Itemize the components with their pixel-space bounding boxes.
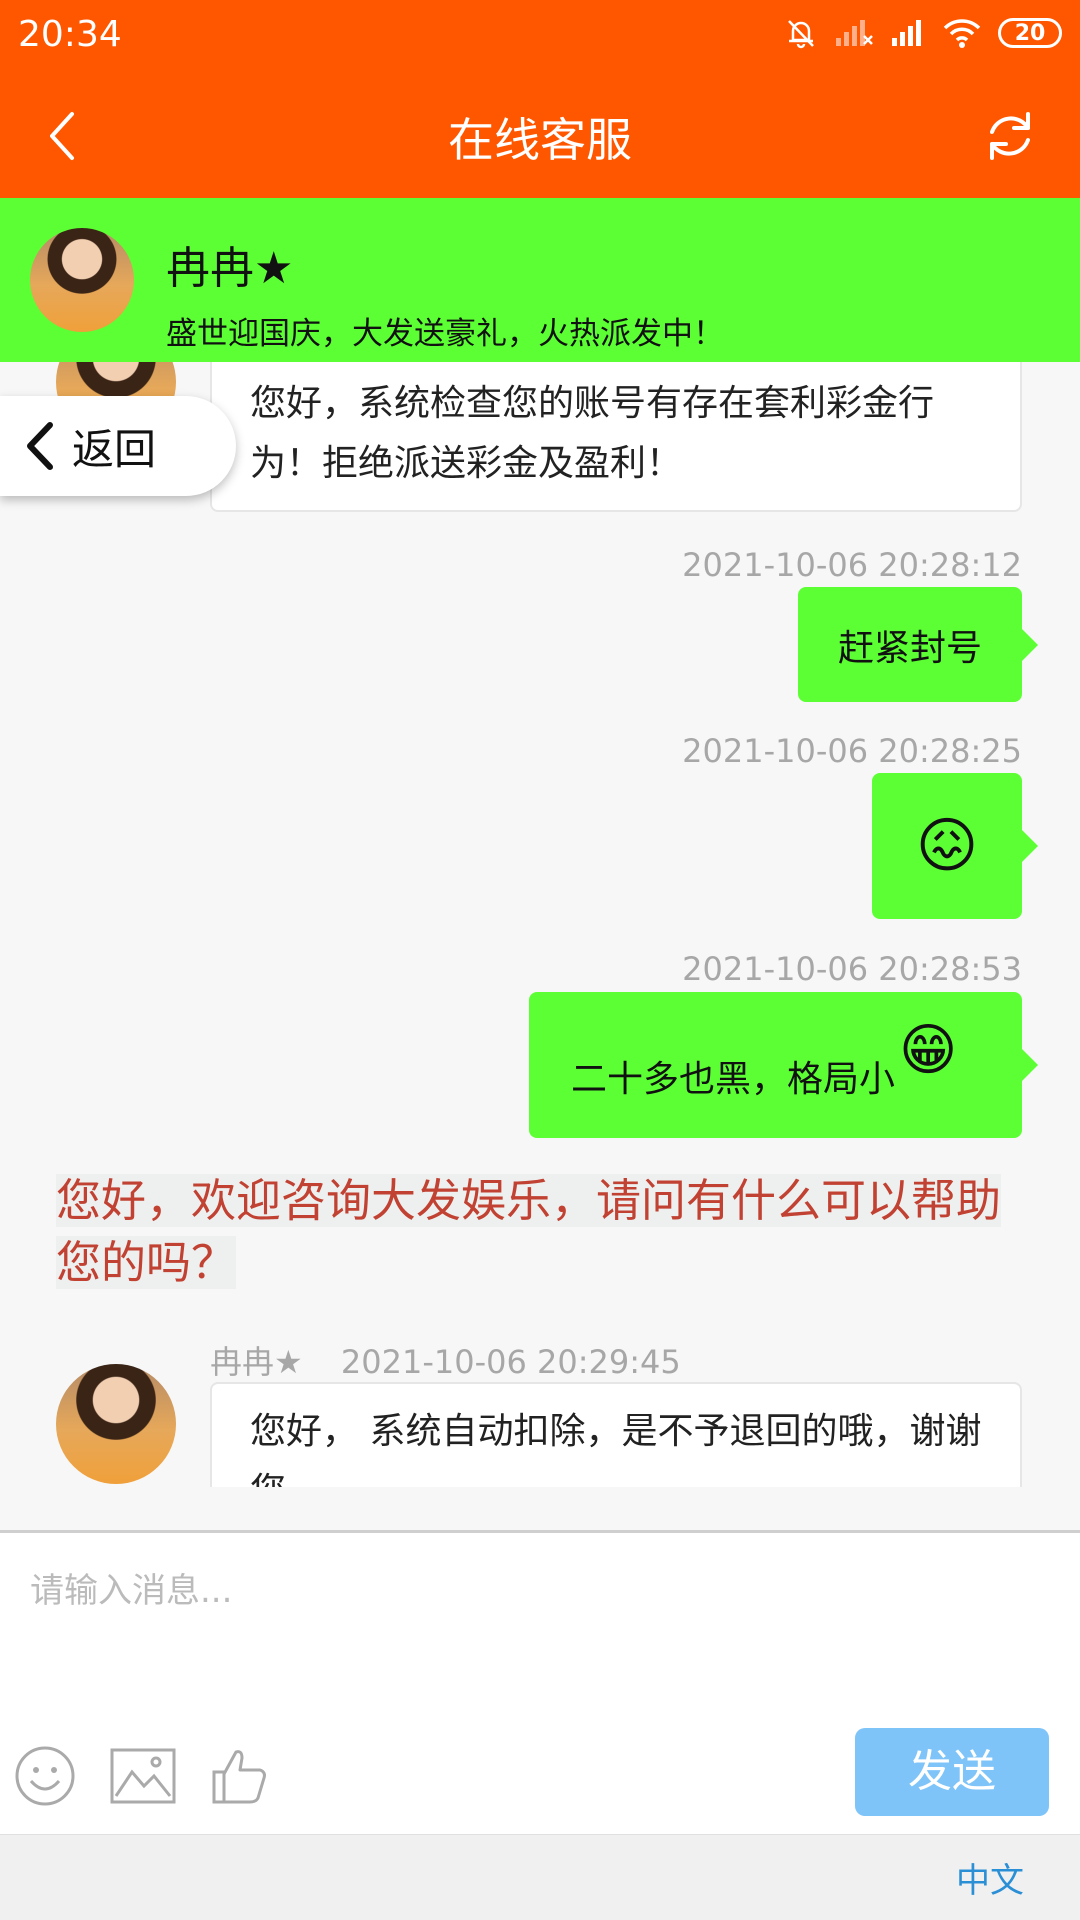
send-button[interactable]: 发送 [855,1728,1049,1816]
thumbs-up-icon[interactable] [210,1746,270,1806]
composer-tools [14,1745,270,1807]
back-pill-label: 返回 [72,424,157,474]
agent-slogan: 盛世迎国庆，大发送豪礼，火热派发中！ [166,316,724,352]
system-message: 您好，欢迎咨询大发娱乐，请问有什么可以帮助您的吗？ [56,1170,1002,1294]
message-text: 二十多也黑，格局小 [571,1059,896,1100]
page-title: 在线客服 [448,113,632,167]
message-input[interactable] [30,1561,1050,1621]
chevron-left-icon [27,422,53,470]
message-text: 您好， 系统自动扣除，是不予退回的哦，谢谢您 [250,1411,982,1487]
agent-banner: 冉冉★ 盛世迎国庆，大发送豪礼，火热派发中！ [0,198,1080,362]
signal-icon [892,20,921,46]
chat-history[interactable]: 您好，系统检查您的账号有存在套利彩金行为！拒绝派送彩金及盈利！ 2021-10-… [0,362,1080,1487]
message-bubble-right: 😖 [872,773,1038,919]
message-text: 赶紧封号 [837,627,982,669]
message-bubble-left: 您好， 系统自动扣除，是不予退回的哦，谢谢您 [210,1382,1022,1487]
agent-name: 冉冉★ [166,243,294,294]
status-time: 20:34 [18,14,122,55]
system-message-text: 您好，欢迎咨询大发娱乐，请问有什么可以帮助您的吗？ [56,1174,1002,1289]
header-bar: 在线客服 [0,76,1080,198]
message-sender: 冉冉★ [210,1343,303,1381]
message-bubble-right: 二十多也黑，格局小 😁 [529,992,1038,1138]
message-text: 您好，系统检查您的账号有存在套利彩金行为！拒绝派送彩金及盈利！ [250,383,935,484]
status-icons: 20 [784,16,1062,50]
agent-avatar [30,228,134,332]
agent-avatar [56,1364,176,1484]
composer: 发送 [0,1530,1080,1834]
mute-bell-icon [788,20,814,49]
image-icon[interactable] [110,1748,176,1804]
footer-bar: 中文 [0,1834,1080,1920]
message-meta: 冉冉★ 2021-10-06 20:29:45 [210,1337,681,1383]
language-link[interactable]: 中文 [956,1853,1024,1902]
wifi-icon [943,19,981,48]
emoji-icon: 😖 [915,811,979,881]
smile-icon[interactable] [14,1745,76,1807]
back-pill-button[interactable]: 返回 [0,396,236,496]
message-bubble-left: 您好，系统检查您的账号有存在套利彩金行为！拒绝派送彩金及盈利！ [210,362,1022,512]
message-bubble-right: 赶紧封号 [797,587,1039,702]
message-timestamp: 2021-10-06 20:28:12 [682,546,1022,584]
message-timestamp: 2021-10-06 20:28:53 [682,950,1022,988]
battery-icon: 20 [998,18,1062,48]
emoji-icon: 😁 [899,1017,958,1083]
status-bar: 20:34 20 [0,0,1080,76]
message-timestamp: 2021-10-06 20:29:45 [340,1343,681,1381]
message-timestamp: 2021-10-06 20:28:25 [682,732,1022,770]
refresh-icon[interactable] [980,106,1040,166]
no-signal-icon [836,20,873,46]
